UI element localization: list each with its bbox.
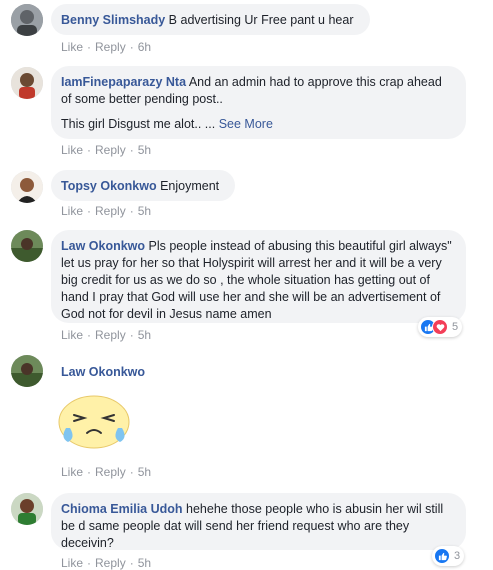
comment-author[interactable]: Topsy Okonkwo [61, 179, 157, 193]
avatar[interactable] [11, 4, 43, 36]
love-reaction-icon [432, 319, 448, 335]
comment-bubble: IamFinepaparazy Nta And an admin had to … [51, 66, 466, 139]
like-link[interactable]: Like [61, 143, 83, 157]
avatar[interactable] [11, 230, 43, 262]
like-link[interactable]: Like [61, 328, 83, 342]
comment-time[interactable]: 5h [138, 143, 151, 157]
comment-actions: Like · Reply · 5h [61, 204, 152, 218]
crying-face-sticker[interactable] [54, 390, 134, 454]
comment-text-continued: This girl Disgust me alot.. ... [61, 117, 216, 131]
comment-author[interactable]: IamFinepaparazy Nta [61, 75, 186, 89]
avatar[interactable] [11, 493, 43, 525]
comment-bubble: Benny Slimshady B advertising Ur Free pa… [51, 4, 370, 35]
comment-time[interactable]: 5h [138, 204, 151, 218]
comment-text: Enjoyment [156, 179, 220, 193]
avatar[interactable] [11, 355, 43, 387]
comment-actions: Like · Reply · 5h [61, 465, 152, 479]
reply-link[interactable]: Reply [95, 328, 126, 342]
reply-link[interactable]: Reply [95, 143, 126, 157]
reaction-count: 5 [452, 321, 459, 333]
like-link[interactable]: Like [61, 556, 83, 570]
comment-time[interactable]: 5h [138, 328, 151, 342]
comment-author[interactable]: Law Okonkwo [61, 365, 145, 379]
comment-time[interactable]: 5h [138, 556, 151, 570]
comment-bubble: Chioma Emilia Udoh hehehe those people w… [51, 493, 466, 550]
comment-author[interactable]: Benny Slimshady [61, 13, 165, 27]
comment-actions: Like · Reply · 5h [61, 556, 152, 570]
reaction-summary[interactable]: 3 [432, 546, 465, 566]
like-link[interactable]: Like [61, 465, 83, 479]
like-link[interactable]: Like [61, 40, 83, 54]
comment-text: B advertising Ur Free pant u hear [165, 13, 354, 27]
see-more-link[interactable]: See More [219, 117, 273, 131]
like-link[interactable]: Like [61, 204, 83, 218]
reply-link[interactable]: Reply [95, 40, 126, 54]
comment-actions: Like · Reply · 5h [61, 328, 152, 342]
comment-author[interactable]: Law Okonkwo [61, 239, 145, 253]
comment-actions: Like · Reply · 6h [61, 40, 152, 54]
reply-link[interactable]: Reply [95, 465, 126, 479]
avatar[interactable] [11, 67, 43, 99]
comment-bubble: Law Okonkwo Pls people instead of abusin… [51, 230, 466, 323]
comment-author[interactable]: Chioma Emilia Udoh [61, 502, 183, 516]
reaction-summary[interactable]: 5 [418, 317, 463, 337]
comment-time[interactable]: 6h [138, 40, 151, 54]
reaction-count: 3 [454, 550, 461, 562]
avatar[interactable] [11, 171, 43, 203]
comment-bubble: Topsy Okonkwo Enjoyment [51, 170, 235, 201]
comment-bubble: Law Okonkwo [51, 356, 191, 384]
reply-link[interactable]: Reply [95, 204, 126, 218]
comment-time[interactable]: 5h [138, 465, 151, 479]
reply-link[interactable]: Reply [95, 556, 126, 570]
like-reaction-icon [434, 548, 450, 564]
comment-actions: Like · Reply · 5h [61, 143, 152, 157]
